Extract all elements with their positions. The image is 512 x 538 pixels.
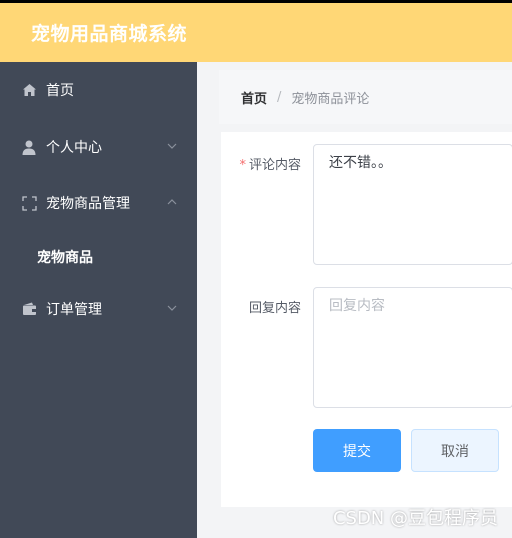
breadcrumb-home[interactable]: 首页	[241, 88, 267, 107]
sidebar-item-label: 首页	[46, 83, 74, 99]
comment-label-text: 评论内容	[248, 158, 301, 173]
sidebar-subitem-pet-goods[interactable]: 宠物商品	[37, 247, 93, 267]
reply-placeholder: 回复内容	[329, 298, 385, 314]
comment-label: * 评论内容	[221, 154, 301, 173]
required-mark: *	[239, 158, 246, 173]
sidebar-item-label: 宠物商品管理	[46, 196, 130, 212]
main-content: 首页 / 宠物商品评论 * 评论内容 还不错。。 回复内容 回复内容 提交 取消	[197, 62, 512, 538]
chevron-down-icon	[167, 143, 177, 149]
wallet-icon	[21, 301, 37, 317]
sidebar-item-pet-goods-management[interactable]: 宠物商品管理	[0, 183, 197, 223]
comment-textarea[interactable]: 还不错。。	[313, 144, 512, 265]
breadcrumb-current: 宠物商品评论	[291, 91, 370, 107]
reply-textarea[interactable]: 回复内容	[313, 287, 512, 408]
home-icon	[21, 82, 37, 98]
reply-label: 回复内容	[248, 301, 301, 316]
sidebar-item-profile[interactable]: 个人中心	[0, 127, 197, 167]
app-header: 宠物用品商城系统	[0, 3, 512, 62]
sidebar-item-label: 个人中心	[46, 140, 102, 156]
comment-form: * 评论内容 还不错。。 回复内容 回复内容 提交 取消	[221, 132, 512, 507]
cancel-button[interactable]: 取消	[411, 429, 499, 472]
sidebar-item-label: 订单管理	[46, 302, 102, 318]
chevron-up-icon	[167, 199, 177, 205]
sidebar-item-orders[interactable]: 订单管理	[0, 289, 197, 329]
fullscreen-icon	[21, 195, 37, 211]
breadcrumb: 首页 / 宠物商品评论	[219, 70, 512, 124]
sidebar-item-home[interactable]: 首页	[0, 70, 197, 110]
sidebar: 首页 个人中心 宠物商品管理 宠物商品 订单管理	[0, 62, 197, 538]
watermark: CSDN @豆包程序员	[332, 508, 498, 529]
comment-value: 还不错。。	[329, 155, 392, 171]
chevron-down-icon	[167, 305, 177, 311]
user-icon	[21, 139, 37, 155]
app-title: 宠物用品商城系统	[31, 23, 188, 45]
submit-button[interactable]: 提交	[313, 429, 401, 472]
breadcrumb-separator: /	[277, 89, 282, 105]
